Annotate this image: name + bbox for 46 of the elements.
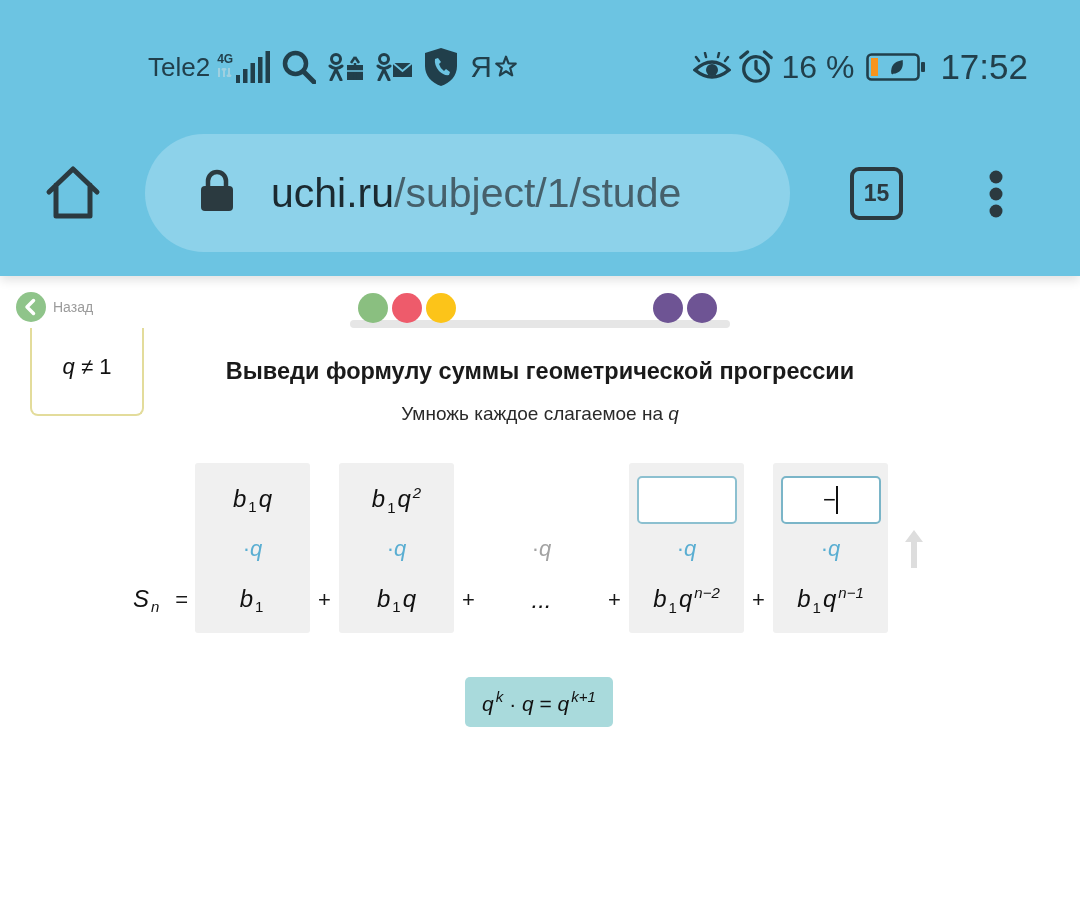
shield-phone-icon bbox=[424, 47, 459, 87]
signal-icon bbox=[236, 51, 271, 83]
answer-field[interactable] bbox=[636, 476, 737, 524]
task-instruction: Умножь каждое слагаемое на q bbox=[400, 402, 680, 426]
address-bar[interactable]: uchi.ru/subject/1/stude bbox=[145, 134, 790, 252]
multiplier-text: ·q bbox=[676, 536, 697, 562]
clock-time: 17:52 bbox=[940, 47, 1028, 87]
app-letter: Я bbox=[470, 50, 492, 84]
home-icon[interactable] bbox=[45, 165, 101, 219]
eye-icon bbox=[693, 52, 732, 82]
search-icon bbox=[282, 50, 317, 84]
task-title: Выведи формулу суммы геометрической прогрессии bbox=[225, 357, 855, 386]
formula-term: b$_{1}$q$^{n−1}$ bbox=[797, 584, 864, 616]
person-mail-icon bbox=[376, 53, 413, 81]
alarm-icon bbox=[739, 50, 774, 84]
carrier-name: Tele2 bbox=[148, 51, 211, 83]
multiplier-text: ·q bbox=[386, 536, 407, 562]
formula-term: b$_{1}$q$^{2}$ bbox=[371, 484, 422, 516]
multiplier-text: ·q bbox=[531, 536, 552, 562]
url-text: uchi.ru/subject/1/stude bbox=[271, 169, 682, 217]
battery-percent: 16 % bbox=[781, 48, 855, 86]
equals-sign: = bbox=[175, 587, 189, 613]
tabs-button[interactable]: 15 bbox=[850, 167, 903, 220]
plus-sign: + bbox=[461, 586, 476, 614]
formula-term: b$_{1}$q bbox=[232, 484, 273, 516]
person-gift-icon bbox=[328, 53, 365, 81]
sum-symbol: S$_{n}$ bbox=[133, 584, 161, 616]
formula-term: b$_{1}$q bbox=[376, 584, 417, 616]
answer-field[interactable]: − bbox=[780, 476, 881, 524]
more-menu-icon[interactable] bbox=[989, 170, 1003, 218]
condition-card: q ≠ 1 bbox=[30, 328, 144, 416]
data-arrows-icon bbox=[216, 68, 235, 77]
formula-term: b$_{1}$q$^{n−2}$ bbox=[653, 584, 720, 616]
lock-icon bbox=[200, 169, 234, 211]
network-type: 4G bbox=[217, 53, 234, 66]
battery-icon bbox=[866, 53, 927, 81]
multiplier-text: ·q bbox=[242, 536, 263, 562]
star-icon bbox=[494, 55, 517, 77]
ellipsis-text: ... bbox=[531, 586, 552, 614]
plus-sign: + bbox=[751, 586, 766, 614]
plus-sign: + bbox=[317, 586, 332, 614]
plus-sign: + bbox=[607, 586, 622, 614]
multiplier-text: ·q bbox=[820, 536, 841, 562]
text-cursor-icon bbox=[835, 486, 838, 514]
formula-term: b$_{1}$ bbox=[239, 584, 265, 616]
hint-button[interactable]: q$^{k}$ · q = q$^{k+1}$ bbox=[465, 677, 613, 727]
